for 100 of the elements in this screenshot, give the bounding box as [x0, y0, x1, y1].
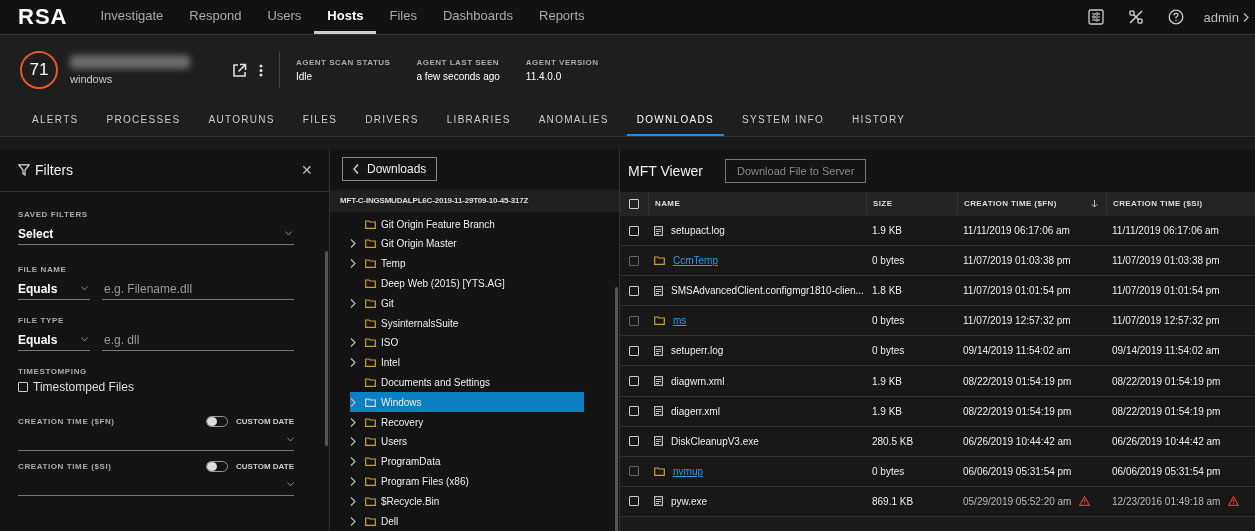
expand-icon [350, 298, 356, 308]
folder-icon [365, 279, 376, 289]
folder-icon [654, 466, 665, 476]
column-header[interactable]: CREATION TIME ($FN) [957, 192, 1106, 215]
column-header[interactable]: SIZE [866, 192, 957, 215]
document-icon [654, 436, 663, 447]
tree-item[interactable]: $Recycle.Bin [350, 491, 584, 512]
tab[interactable]: AUTORUNS [198, 105, 285, 136]
creation-time: 11/07/2019 01:01:54 pm [963, 285, 1071, 297]
field-label: FILE NAME [18, 265, 68, 274]
logo[interactable]: RSA [18, 4, 68, 30]
creation-time: 06/26/2019 10:44:42 am [1112, 435, 1221, 447]
select-all-checkbox[interactable] [629, 198, 639, 209]
warning-icon [1228, 496, 1240, 507]
filter-icon [18, 164, 30, 176]
tab[interactable]: LIBRARIES [436, 105, 521, 136]
nav-item[interactable]: Files [376, 0, 430, 34]
operator-select[interactable]: Equals [18, 329, 90, 351]
row-checkbox[interactable] [629, 466, 639, 477]
file-size: 1.8 KB [871, 285, 904, 297]
field-label: FILE TYPE [18, 316, 65, 325]
tab[interactable]: FILES [292, 105, 348, 136]
tab[interactable]: PROCESSES [96, 105, 191, 136]
filters-title: Filters [35, 162, 74, 178]
tab[interactable]: ALERTS [22, 105, 89, 136]
input-field[interactable]: e.g. dll [102, 329, 294, 351]
tab[interactable]: DRIVERS [355, 105, 429, 136]
operator-select[interactable]: Equals [18, 278, 90, 300]
folder-icon [654, 316, 665, 326]
field-label: CREATION TIME ($FN) [18, 417, 115, 426]
folder-icon [654, 256, 665, 266]
chevron-down-icon [287, 482, 294, 487]
close-button[interactable]: ✕ [297, 162, 317, 178]
nav-item[interactable]: Dashboards [429, 0, 526, 34]
creation-time: 12/23/2016 01:49:18 am [1112, 495, 1221, 507]
tree-item[interactable]: Intel [350, 352, 584, 373]
tree-item[interactable]: Dell [350, 511, 584, 531]
creation-time: 11/07/2019 01:01:54 pm [1112, 285, 1220, 297]
saved-filters-select[interactable]: Select [18, 223, 294, 245]
file-size: 0 bytes [871, 315, 906, 327]
back-button[interactable]: Downloads [342, 157, 438, 182]
tree-item[interactable]: Temp [350, 253, 584, 274]
tree-item[interactable]: Git [350, 293, 584, 314]
tree-item[interactable]: ISO [350, 333, 584, 353]
checkbox-label: Timestomped Files [33, 380, 134, 394]
checkbox[interactable] [18, 382, 28, 392]
tree-item[interactable]: SysinternalsSuite [350, 313, 584, 334]
scrollbar[interactable] [325, 251, 328, 446]
tab[interactable]: ANOMALIES [528, 105, 619, 136]
external-link-icon[interactable] [232, 62, 247, 78]
row-checkbox[interactable] [629, 255, 639, 266]
tree-item[interactable]: Recovery [350, 412, 584, 432]
nav-item[interactable]: Investigate [87, 0, 177, 34]
folder-icon [365, 477, 376, 486]
creation-time: 06/26/2019 10:44:42 am [963, 435, 1072, 447]
input-field[interactable]: e.g. Filename.dll [102, 278, 294, 300]
warning-icon [1079, 496, 1091, 507]
tab[interactable]: DOWNLOADS [626, 105, 724, 136]
tree-item[interactable]: Git Origin Master [350, 234, 584, 254]
folder-icon [365, 338, 376, 348]
risk-score: 71 [20, 51, 58, 89]
creation-time: 06/06/2019 05:31:54 pm [963, 465, 1072, 477]
field-label: TIMESTOMPING [18, 367, 88, 376]
folder-link[interactable]: ms [673, 315, 687, 327]
nav-item[interactable]: Reports [526, 0, 598, 34]
column-header[interactable]: CREATION TIME ($SI) [1106, 192, 1255, 215]
creation-time: 08/22/2019 01:54:19 pm [1112, 375, 1221, 387]
more-icon[interactable] [259, 63, 263, 77]
creation-time: 11/11/2019 06:17:06 am [1112, 225, 1219, 237]
nav-item[interactable]: Respond [176, 0, 255, 34]
file-name: SMSAdvancedClient.configmgr1810-clien... [671, 285, 864, 297]
folder-icon [365, 417, 376, 427]
folder-link[interactable]: CcmTemp [673, 255, 718, 267]
tree-item[interactable]: Program Files (x86) [350, 471, 584, 492]
field-label: SAVED FILTERS [18, 210, 89, 219]
row-checkbox[interactable] [629, 315, 639, 326]
tree-item[interactable]: Windows [350, 392, 584, 413]
user-menu[interactable]: admin [1195, 0, 1255, 34]
folder-icon [365, 378, 376, 387]
scrollbar[interactable] [615, 287, 618, 531]
column-header[interactable]: NAME [648, 192, 866, 215]
folder-link[interactable]: nvmup [673, 465, 703, 477]
tab[interactable]: SYSTEM INFO [731, 105, 835, 136]
tree-item[interactable]: Deep Web (2015) [YTS.AG] [350, 273, 584, 294]
file-name: setuperr.log [671, 345, 724, 357]
folder-icon [365, 259, 376, 269]
tree-item[interactable]: ProgramData [350, 451, 584, 472]
tree-item[interactable]: Users [350, 432, 584, 452]
file-name: diagerr.xml [671, 405, 720, 417]
document-icon [654, 376, 663, 386]
chevron-right-icon [1243, 12, 1249, 22]
chevron-down-icon [81, 337, 88, 342]
nav-item[interactable]: Users [254, 0, 315, 34]
stat-value: 11.4.0.0 [525, 71, 563, 82]
tree-item[interactable]: Git Origin Feature Branch [350, 214, 584, 235]
tab[interactable]: HISTORY [842, 105, 916, 136]
folder-icon [365, 358, 376, 368]
folder-icon [365, 397, 376, 407]
tree-item[interactable]: Documents and Settings [350, 372, 584, 393]
creation-time: 11/07/2019 01:03:38 pm [1112, 255, 1220, 267]
